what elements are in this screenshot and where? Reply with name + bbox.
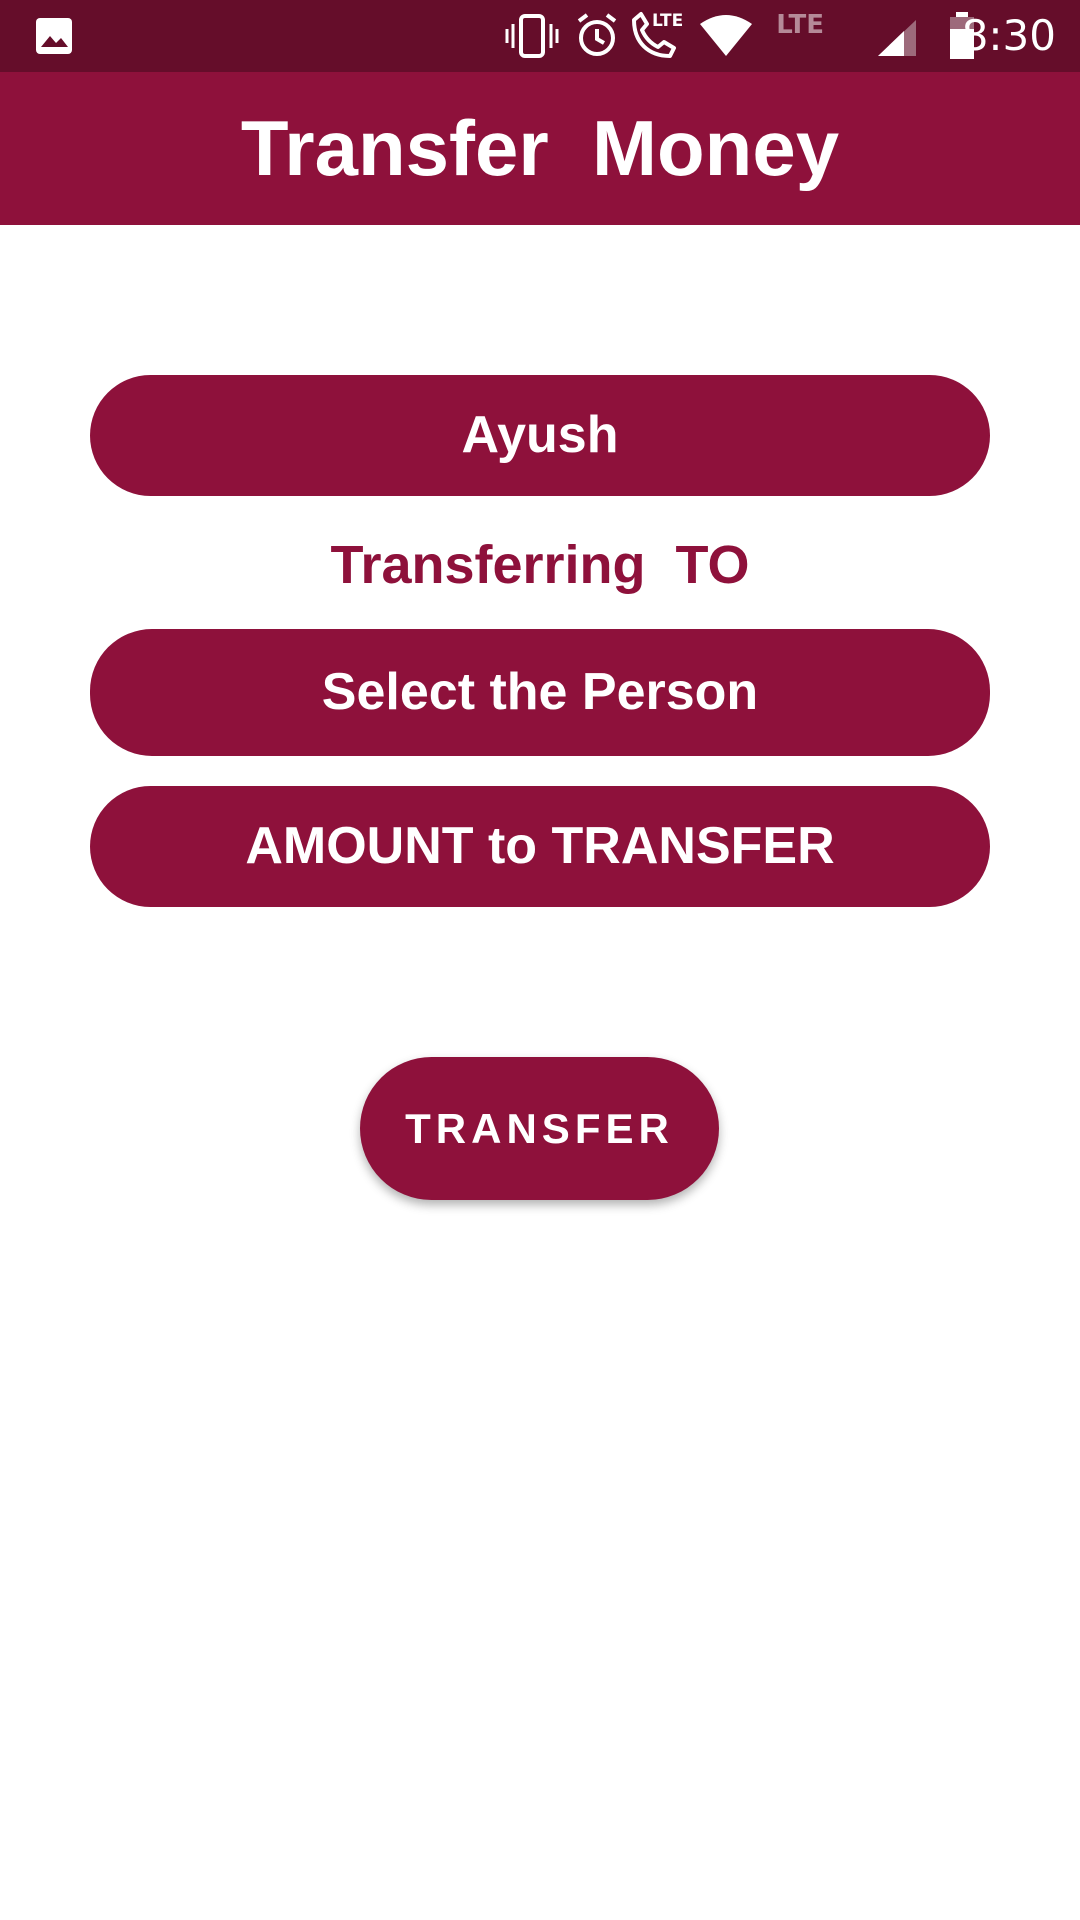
transferring-to-label: Transferring TO bbox=[330, 535, 750, 595]
lte-label: LTE bbox=[776, 10, 824, 40]
amount-placeholder: AMOUNT to TRANSFER bbox=[245, 817, 835, 875]
select-person-button[interactable]: Select the Person bbox=[90, 629, 990, 756]
wifi-calling-icon: LTE bbox=[632, 11, 683, 58]
amount-field[interactable]: AMOUNT to TRANSFER bbox=[90, 786, 990, 907]
status-time: 8:30 bbox=[961, 11, 1056, 60]
page-title: Transfer Money bbox=[240, 104, 840, 192]
status-bar: LTE LTE 8:30 bbox=[0, 0, 1080, 72]
lte-call-label: LTE bbox=[652, 11, 683, 31]
transfer-button-label: TRANSFER bbox=[405, 1105, 674, 1152]
signal-icon bbox=[878, 20, 916, 56]
image-icon bbox=[36, 18, 72, 54]
from-account-button[interactable]: Ayush bbox=[90, 375, 990, 496]
alarm-icon bbox=[577, 13, 617, 56]
wifi-icon bbox=[700, 15, 752, 56]
app-bar: Transfer Money bbox=[0, 72, 1080, 225]
vibrate-icon bbox=[505, 14, 559, 58]
from-account-label: Ayush bbox=[461, 406, 619, 464]
select-person-label: Select the Person bbox=[321, 663, 759, 721]
transfer-button[interactable]: TRANSFER bbox=[360, 1057, 719, 1200]
